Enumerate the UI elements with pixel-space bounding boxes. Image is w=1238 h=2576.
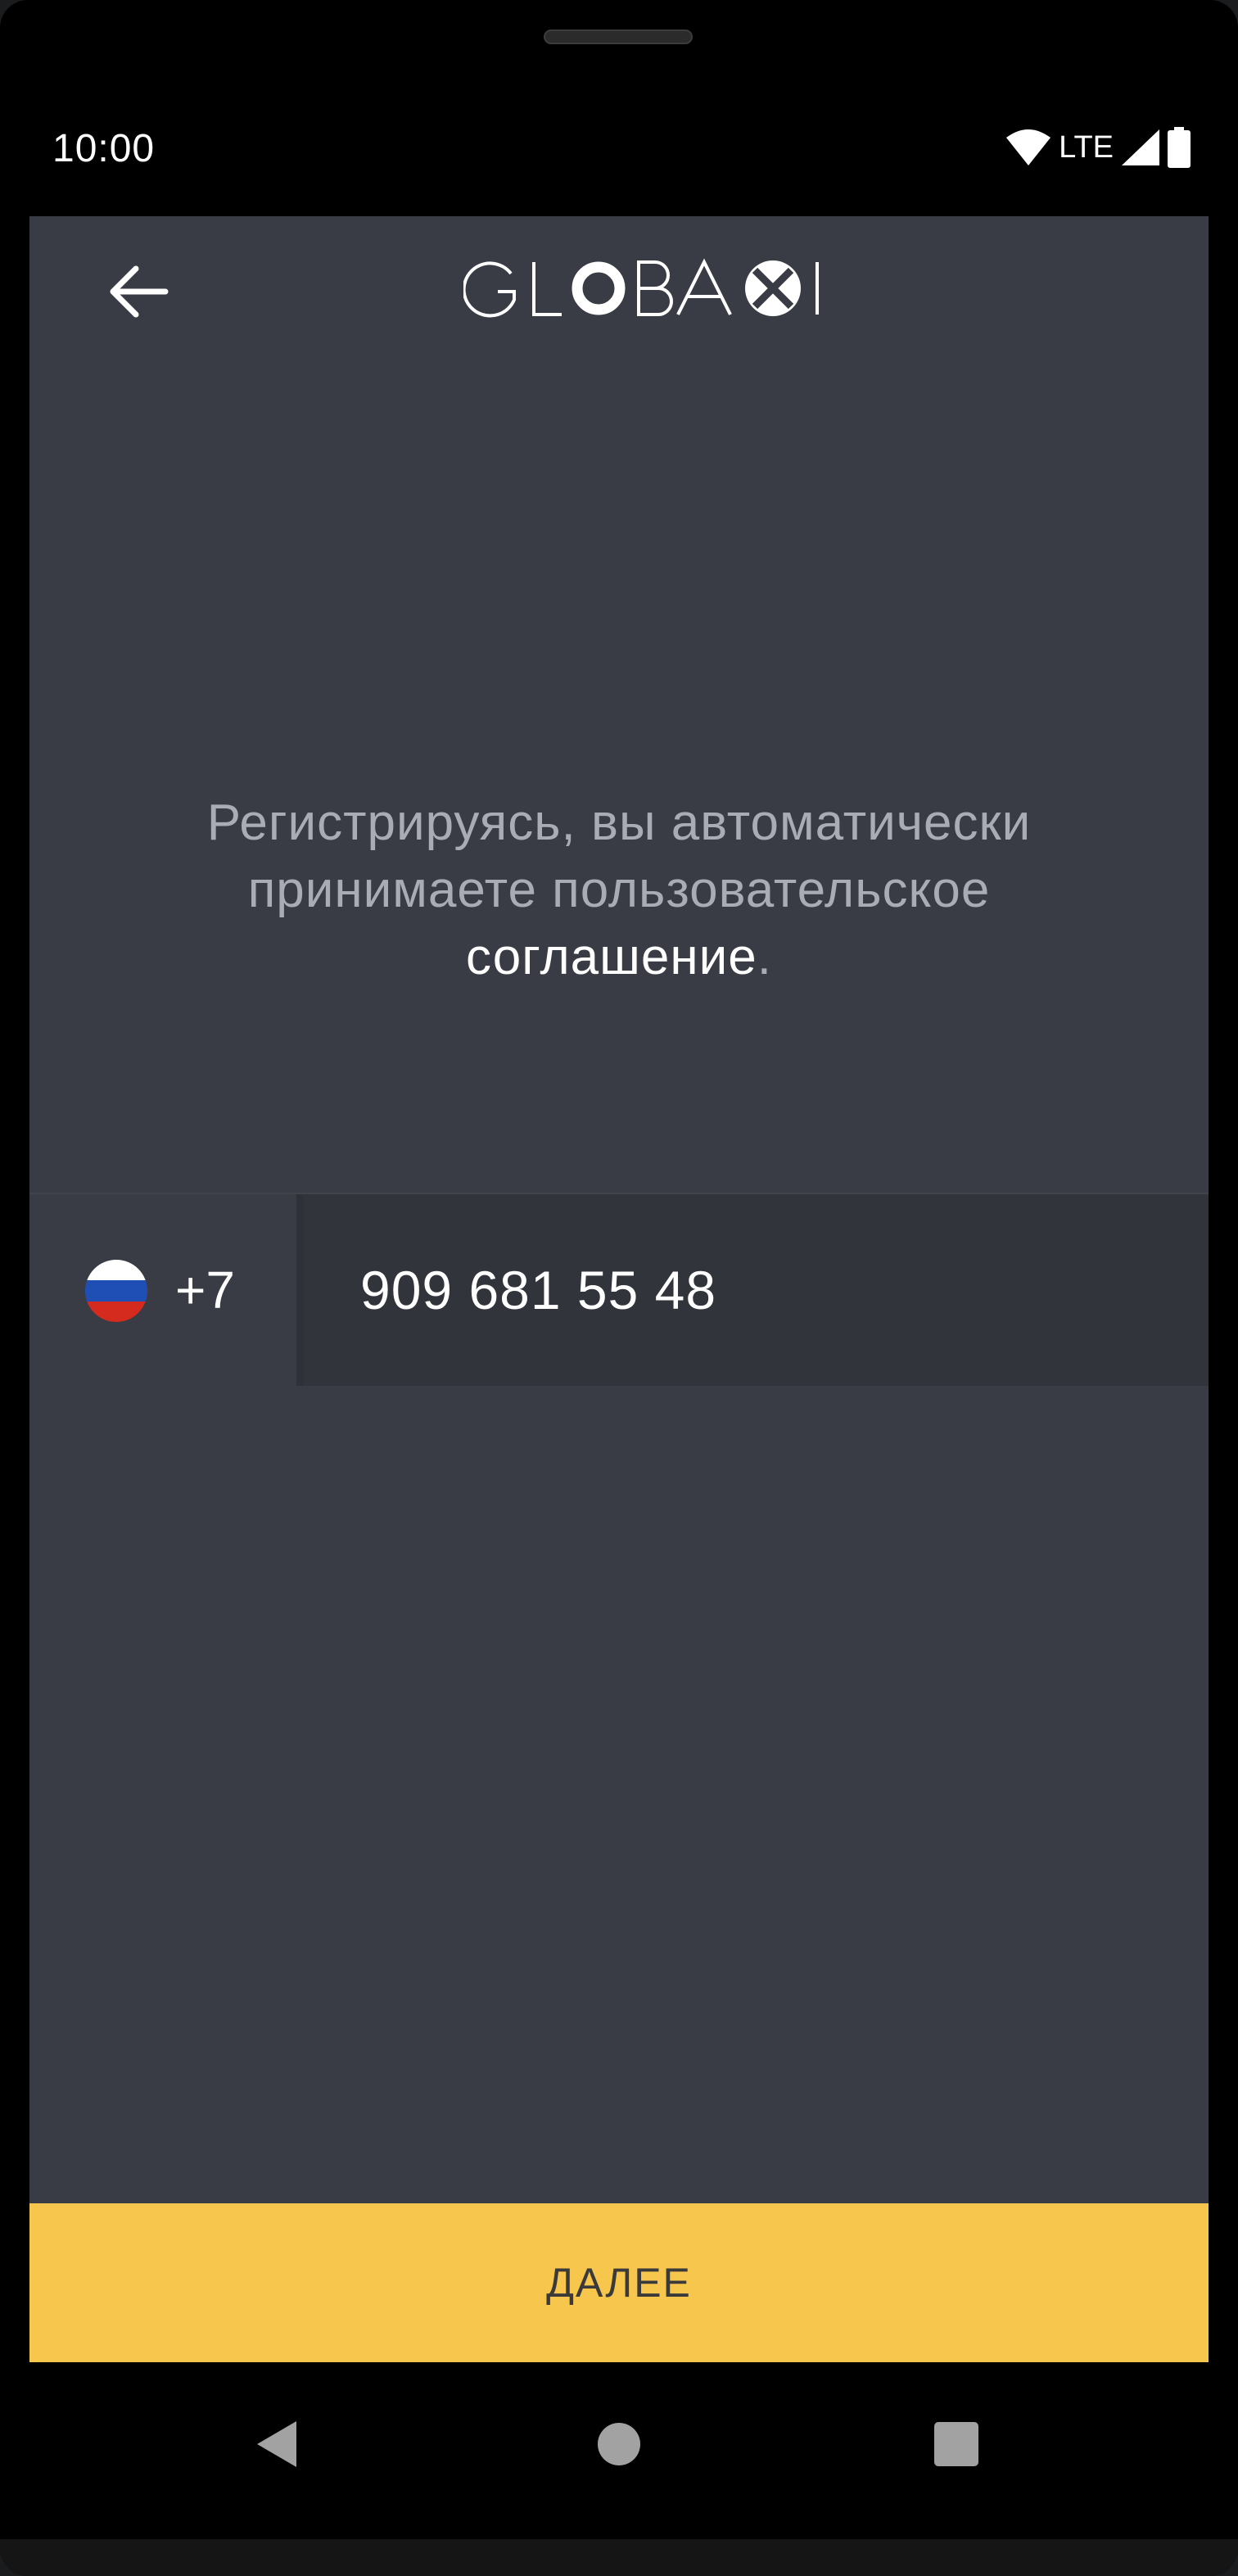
phone-input-row: +7	[29, 1193, 1209, 1386]
terms-line-1: Регистрируясь, вы автоматически	[206, 795, 1032, 851]
user-agreement-link[interactable]: соглашение	[466, 929, 757, 985]
arrow-left-icon	[110, 265, 169, 318]
nav-home-button[interactable]	[578, 2403, 660, 2485]
nav-back-button[interactable]	[234, 2403, 316, 2485]
globaxi-logo	[463, 258, 819, 318]
nav-back-icon	[257, 2421, 296, 2467]
terms-line-3: соглашение.	[128, 924, 1110, 991]
country-code: +7	[175, 1261, 235, 1320]
speaker-grille	[544, 29, 693, 44]
app-screen: Регистрируясь, вы автоматически принимае…	[29, 216, 1209, 2362]
russia-flag-icon	[85, 1260, 147, 1322]
terms-period: .	[757, 929, 772, 985]
nav-home-icon	[598, 2423, 640, 2465]
nav-recents-button[interactable]	[915, 2403, 997, 2485]
phone-number-input[interactable]	[303, 1194, 1209, 1386]
next-button[interactable]: ДАЛЕЕ	[29, 2203, 1209, 2362]
phone-device: 10:00 LTE Регистрируясь, вы автоматическ…	[0, 0, 1238, 2576]
terms-line-2: принимаете пользовательское	[247, 862, 991, 918]
terms-text: Регистрируясь, вы автоматически принимае…	[128, 790, 1110, 991]
network-type: LTE	[1059, 129, 1114, 165]
battery-icon	[1168, 127, 1191, 168]
nav-recents-icon	[934, 2422, 978, 2466]
divider	[296, 1194, 303, 1386]
signal-icon	[1122, 129, 1159, 165]
wifi-icon	[1006, 129, 1051, 165]
device-bottom-edge	[0, 2539, 1238, 2576]
back-button[interactable]	[98, 251, 180, 333]
top-bar	[29, 216, 1209, 364]
status-icons: LTE	[1006, 126, 1191, 169]
country-code-selector[interactable]: +7	[29, 1194, 296, 1386]
system-navigation-bar	[0, 2362, 1238, 2526]
status-bar: 10:00 LTE	[0, 115, 1238, 180]
status-time: 10:00	[52, 127, 156, 170]
